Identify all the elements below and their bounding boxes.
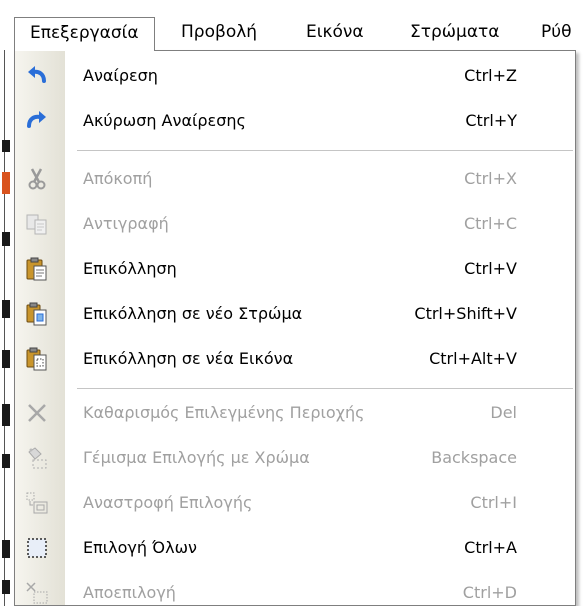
menu-item-select-all[interactable]: Επιλογή Όλων Ctrl+A [15,528,575,568]
menubar-image[interactable]: Εικόνα [296,17,374,47]
menu-item-clear-selection[interactable]: Καθαρισμός Επιλεγμένης Περιοχής Del [15,393,575,433]
menu-item-paste-new-image[interactable]: Επικόλληση σε νέα Εικόνα Ctrl+Alt+V [15,339,575,379]
menu-item-shortcut: Ctrl+X [464,169,517,188]
background-fragment [2,140,10,152]
menu-item-invert-selection[interactable]: Αναστροφή Επιλογής Ctrl+I [15,483,575,523]
menu-item-undo[interactable]: Αναίρεση Ctrl+Z [15,56,575,96]
menu-item-deselect[interactable]: Αποεπιλογή Ctrl+D [15,573,575,606]
clear-x-icon [25,401,49,425]
paste-new-image-icon [25,347,49,371]
menu-separator [77,388,573,389]
menu-item-label: Αποεπιλογή [83,583,176,602]
menu-item-redo[interactable]: Ακύρωση Αναίρεσης Ctrl+Y [15,101,575,141]
menu-item-shortcut: Ctrl+A [464,538,517,557]
menubar-edit[interactable]: Επεξεργασία [14,17,155,51]
paste-new-layer-icon [25,302,49,326]
menubar-adjustments[interactable]: Ρύθ [531,17,582,47]
menubar-layers[interactable]: Στρώματα [400,17,509,47]
screenshot-stage: Επεξεργασία Προβολή Εικόνα Στρώματα Ρύθ … [0,0,585,606]
background-fragment [2,350,10,368]
background-fragment [2,172,10,194]
menu-item-shortcut: Ctrl+D [462,583,517,602]
deselect-icon [25,581,49,605]
menu-item-paste[interactable]: Επικόλληση Ctrl+V [15,249,575,289]
menu-item-label: Ακύρωση Αναίρεσης [83,111,246,130]
menu-item-shortcut: Backspace [431,448,517,467]
menu-item-label: Επικόλληση σε νέο Στρώμα [83,304,303,323]
menu-item-label: Επικόλληση [83,259,177,278]
background-fragment [2,300,10,318]
invert-selection-icon [25,491,49,515]
menu-item-shortcut: Ctrl+Shift+V [414,304,517,323]
menu-item-copy[interactable]: Αντιγραφή Ctrl+C [15,204,575,244]
menu-item-label: Επιλογή Όλων [83,538,197,557]
background-fragment [2,580,10,594]
menu-item-label: Απόκοπή [83,169,153,188]
menu-separator [77,150,573,151]
menu-item-shortcut: Ctrl+I [470,493,517,512]
menu-item-fill-selection[interactable]: Γέμισμα Επιλογής με Χρώμα Backspace [15,438,575,478]
menu-item-label: Αναίρεση [83,66,158,85]
menu-item-label: Γέμισμα Επιλογής με Χρώμα [83,448,310,467]
menu-item-label: Καθαρισμός Επιλεγμένης Περιοχής [83,403,365,422]
menu-item-shortcut: Del [490,403,517,422]
paste-icon [25,257,49,281]
background-fragment [2,404,10,426]
menu-item-shortcut: Ctrl+V [464,259,517,278]
menu-item-shortcut: Ctrl+Z [464,66,517,85]
scissors-icon [25,167,49,191]
menu-item-cut[interactable]: Απόκοπή Ctrl+X [15,159,575,199]
fill-bucket-icon [25,446,49,470]
menu-item-shortcut: Ctrl+Y [465,111,517,130]
background-fragment [2,540,10,558]
edit-menu-dropdown: Αναίρεση Ctrl+Z Ακύρωση Αναίρεσης Ctrl+Y [14,50,576,606]
select-all-icon [25,536,49,560]
undo-icon [25,64,49,88]
menubar-view[interactable]: Προβολή [171,17,267,47]
menu-bar: Επεξεργασία Προβολή Εικόνα Στρώματα Ρύθ [0,0,585,51]
copy-icon [25,212,49,236]
background-fragment [2,454,10,468]
menu-item-label: Αντιγραφή [83,214,169,233]
menu-item-label: Επικόλληση σε νέα Εικόνα [83,349,294,368]
menu-item-paste-new-layer[interactable]: Επικόλληση σε νέο Στρώμα Ctrl+Shift+V [15,294,575,334]
menu-item-shortcut: Ctrl+Alt+V [429,349,517,368]
background-fragment [2,232,10,246]
menu-item-label: Αναστροφή Επιλογής [83,493,253,512]
menu-item-shortcut: Ctrl+C [463,214,517,233]
redo-icon [25,109,49,133]
background-window-border [4,50,5,606]
